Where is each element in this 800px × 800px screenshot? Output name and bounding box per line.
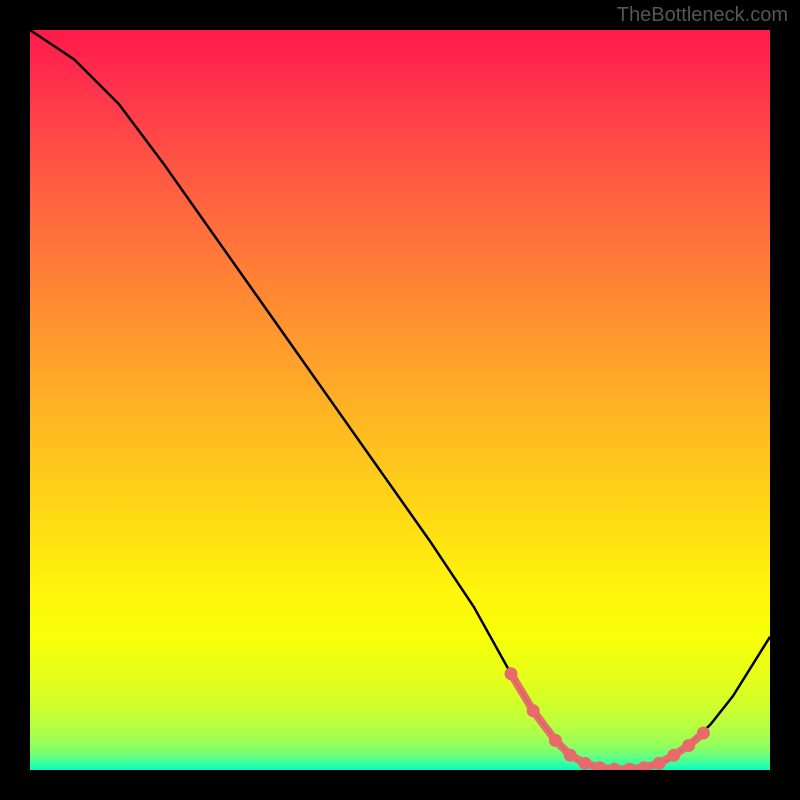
chart-svg: [30, 30, 770, 770]
chart-markers: [505, 667, 710, 770]
chart-area: [30, 30, 770, 770]
chart-curve: [30, 30, 770, 770]
watermark-text: TheBottleneck.com: [617, 4, 788, 27]
